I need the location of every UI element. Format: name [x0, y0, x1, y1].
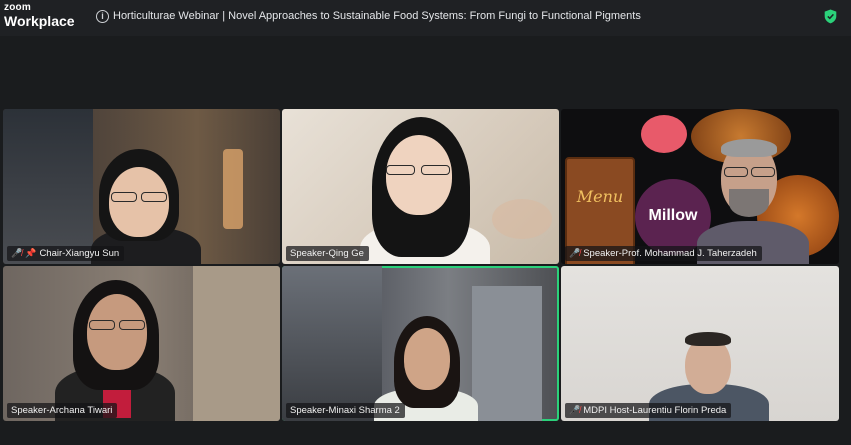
- participant-name: MDPI Host-Laurentiu Florin Preda: [583, 405, 727, 416]
- info-icon[interactable]: i: [96, 10, 109, 23]
- person-glasses: [119, 320, 145, 330]
- window-background: [472, 286, 542, 421]
- lamp-background: [223, 149, 243, 229]
- participant-nameplate: 🎤̸ 📌 Chair-Xiangyu Sun: [7, 246, 125, 261]
- cartoon-mascot: [641, 115, 687, 153]
- participant-name: Speaker-Minaxi Sharma 2: [290, 405, 400, 416]
- video-tile-taherzadeh[interactable]: Menu Millow 🎤̸ Speaker-Prof. Mohammad J.…: [561, 109, 839, 264]
- participant-name: Speaker-Archana Tiwari: [11, 405, 113, 416]
- person-face: [87, 294, 147, 370]
- participant-nameplate: Speaker-Minaxi Sharma 2: [286, 403, 405, 418]
- person-glasses: [89, 320, 115, 330]
- person-face: [386, 135, 452, 215]
- window-background: [282, 266, 382, 421]
- meeting-title: Horticulturae Webinar | Novel Approaches…: [113, 10, 641, 22]
- participant-name: Speaker-Qing Ge: [290, 248, 364, 259]
- participant-nameplate: 🎤̸ Speaker-Prof. Mohammad J. Taherzadeh: [565, 246, 762, 261]
- video-tile-host[interactable]: 🎤̸ MDPI Host-Laurentiu Florin Preda: [561, 266, 839, 421]
- video-gallery: 🎤̸ 📌 Chair-Xiangyu Sun Speaker-Qing Ge M…: [0, 36, 851, 445]
- person-face: [109, 167, 169, 237]
- person-face: [404, 328, 450, 390]
- video-tile-chair[interactable]: 🎤̸ 📌 Chair-Xiangyu Sun: [3, 109, 280, 264]
- pin-icon: 📌: [25, 248, 37, 258]
- person-glasses: [386, 165, 415, 175]
- person-hair: [721, 139, 777, 157]
- video-tile-qing-ge[interactable]: Speaker-Qing Ge: [282, 109, 559, 264]
- mic-off-icon: 🎤̸: [569, 248, 581, 258]
- participant-name: Speaker-Prof. Mohammad J. Taherzadeh: [583, 248, 757, 259]
- person-hair: [685, 332, 731, 346]
- person-glasses: [724, 167, 748, 177]
- millow-brand-text: Millow: [648, 207, 698, 224]
- mic-off-icon: 🎤̸: [11, 248, 23, 258]
- mic-off-icon: 🎤̸: [569, 405, 581, 415]
- logo-bottom-text: Workplace: [4, 13, 75, 29]
- zoom-workplace-logo: zoom Workplace: [4, 2, 75, 29]
- person-glasses: [111, 192, 137, 202]
- title-bar: zoom Workplace i Horticulturae Webinar |…: [0, 0, 851, 37]
- participant-name: Chair-Xiangyu Sun: [39, 248, 120, 259]
- hand-blur: [492, 199, 552, 239]
- video-tile-archana[interactable]: Speaker-Archana Tiwari: [3, 266, 280, 421]
- window-background: [3, 109, 93, 264]
- video-tile-minaxi[interactable]: Speaker-Minaxi Sharma 2: [282, 266, 559, 421]
- shield-check-icon[interactable]: [824, 9, 837, 24]
- person-beard: [729, 189, 769, 217]
- menu-sign-text: Menu: [576, 187, 624, 206]
- participant-nameplate: 🎤̸ MDPI Host-Laurentiu Florin Preda: [565, 403, 732, 418]
- person-glasses: [421, 165, 450, 175]
- person-glasses: [751, 167, 775, 177]
- participant-nameplate: Speaker-Qing Ge: [286, 246, 369, 261]
- participant-nameplate: Speaker-Archana Tiwari: [7, 403, 118, 418]
- curtain-background: [193, 266, 280, 421]
- person-glasses: [141, 192, 167, 202]
- logo-top-text: zoom: [4, 2, 31, 13]
